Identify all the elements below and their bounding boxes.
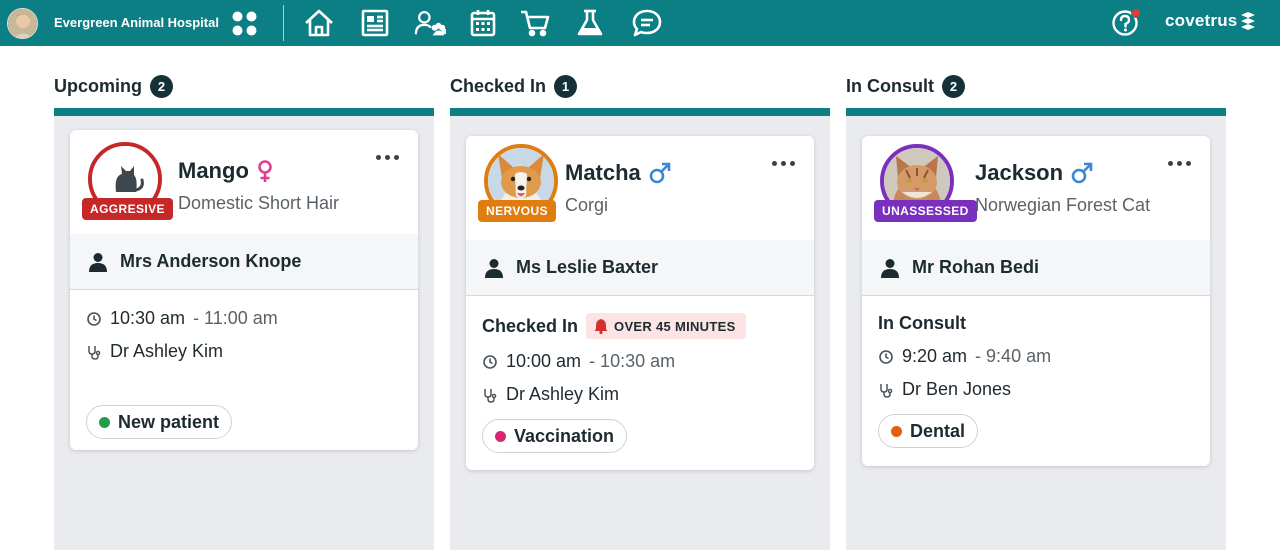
status-dot — [495, 430, 506, 442]
time-end: - 9:40 am — [975, 346, 1052, 366]
hospital-name[interactable]: Evergreen Animal Hospital — [54, 15, 219, 30]
clients-pets-icon[interactable] — [414, 8, 446, 38]
column-upcoming: AGGRESIVE Mango Domestic Short Hair Mrs … — [54, 108, 434, 550]
pet-name-text: Mango — [178, 158, 249, 183]
lab-flask-icon[interactable] — [574, 8, 606, 38]
temperament-badge: AGGRESIVE — [82, 198, 173, 220]
owner-name: Mr Rohan Bedi — [912, 257, 1040, 277]
status-line: Checked In OVER 45 MINUTES — [482, 313, 798, 339]
male-icon — [649, 162, 671, 184]
chat-icon[interactable] — [631, 8, 663, 38]
appointment-card-jackson[interactable]: UNASSESSED Jackson Norwegian Forest Cat … — [862, 136, 1210, 466]
top-navigation-bar: Evergreen Animal Hospital covetrus — [0, 0, 1280, 46]
column-checked-in: NERVOUS Matcha Corgi Ms Leslie Baxter Ch… — [450, 108, 830, 550]
person-icon — [881, 258, 899, 278]
person-icon — [485, 258, 503, 278]
pet-name-text: Matcha — [565, 160, 641, 185]
clock-icon — [87, 311, 101, 326]
appointment-time: 10:30 am - 11:00 am — [86, 308, 402, 329]
time-end: - 10:30 am — [589, 351, 676, 371]
person-icon — [89, 252, 107, 272]
card-more-menu-icon[interactable] — [1168, 158, 1192, 168]
time-start: 9:20 am — [902, 346, 968, 366]
nav-divider — [283, 5, 284, 41]
appointment-card-matcha[interactable]: NERVOUS Matcha Corgi Ms Leslie Baxter Ch… — [466, 136, 814, 470]
pet-breed: Norwegian Forest Cat — [975, 195, 1151, 215]
appointment-type-chip[interactable]: Dental — [878, 414, 979, 448]
time-end: - 11:00 am — [193, 308, 278, 328]
appointment-time: 9:20 am - 9:40 am — [878, 346, 1194, 367]
pet-breed: Corgi — [565, 195, 609, 215]
pet-breed: Domestic Short Hair — [178, 193, 340, 213]
column-title: In Consult — [846, 75, 934, 96]
temperament-badge: NERVOUS — [478, 200, 556, 222]
pet-name-text: Jackson — [975, 160, 1064, 185]
owner-row[interactable]: Mrs Anderson Knope — [70, 234, 418, 290]
status-line: In Consult — [878, 313, 1194, 334]
status-text: In Consult — [878, 313, 966, 333]
stethoscope-icon — [88, 345, 101, 360]
owner-row[interactable]: Ms Leslie Baxter — [466, 240, 814, 296]
covetrus-logo-mark-icon — [1241, 12, 1256, 30]
stethoscope-icon — [484, 388, 497, 403]
appointment-doctor: Dr Ashley Kim — [482, 384, 798, 405]
notification-dot — [1131, 8, 1141, 18]
column-title: Upcoming — [54, 75, 142, 96]
calendar-icon[interactable] — [467, 8, 499, 38]
clock-icon — [879, 349, 893, 364]
column-title: Checked In — [450, 75, 547, 96]
wait-time-alert: OVER 45 MINUTES — [586, 313, 746, 339]
pet-name[interactable]: Jackson — [975, 160, 1093, 186]
owner-name: Ms Leslie Baxter — [516, 257, 659, 277]
appointment-type-label: Vaccination — [514, 425, 615, 446]
pet-name[interactable]: Matcha — [565, 160, 671, 186]
doctor-name: Dr Ashley Kim — [506, 384, 620, 404]
appointment-type-chip[interactable]: Vaccination — [482, 419, 628, 453]
column-in-consult: UNASSESSED Jackson Norwegian Forest Cat … — [846, 108, 1226, 550]
column-count-badge: 2 — [942, 74, 965, 98]
cart-icon[interactable] — [519, 8, 551, 38]
appointment-doctor: Dr Ashley Kim — [86, 341, 402, 362]
appointment-card-mango[interactable]: AGGRESIVE Mango Domestic Short Hair Mrs … — [70, 130, 418, 450]
appointment-doctor: Dr Ben Jones — [878, 379, 1194, 400]
help-icon[interactable] — [1111, 8, 1141, 37]
doctor-name: Dr Ben Jones — [902, 379, 1012, 399]
status-dot — [99, 416, 110, 428]
covetrus-logo: covetrus — [1165, 11, 1256, 31]
appointment-time: 10:00 am - 10:30 am — [482, 351, 798, 372]
column-header-upcoming: Upcoming 2 — [54, 72, 173, 100]
female-icon — [258, 160, 272, 182]
appointment-type-label: Dental — [910, 420, 966, 441]
time-start: 10:30 am — [110, 308, 186, 328]
card-more-menu-icon[interactable] — [376, 152, 400, 162]
home-icon[interactable] — [303, 8, 335, 38]
clock-icon — [483, 354, 497, 369]
temperament-badge: UNASSESSED — [874, 200, 977, 222]
status-text: Checked In — [482, 315, 579, 336]
doctor-name: Dr Ashley Kim — [110, 341, 224, 361]
pet-name[interactable]: Mango — [178, 158, 273, 184]
card-more-menu-icon[interactable] — [772, 158, 796, 168]
appointment-type-label: New patient — [118, 411, 220, 432]
user-avatar[interactable] — [7, 8, 38, 39]
stethoscope-icon — [880, 383, 893, 398]
column-count-badge: 2 — [150, 74, 173, 98]
owner-row[interactable]: Mr Rohan Bedi — [862, 240, 1210, 296]
alert-text: OVER 45 MINUTES — [614, 318, 736, 334]
male-icon — [1071, 162, 1093, 184]
brand-name: covetrus — [1165, 11, 1238, 30]
apps-grid-icon[interactable] — [231, 10, 258, 37]
owner-name: Mrs Anderson Knope — [120, 251, 302, 271]
column-header-checked-in: Checked In 1 — [450, 72, 578, 100]
appointment-type-chip[interactable]: New patient — [86, 405, 233, 439]
column-header-in-consult: In Consult 2 — [846, 72, 965, 100]
status-dot — [891, 425, 902, 437]
column-count-badge: 1 — [554, 74, 578, 98]
time-start: 10:00 am — [506, 351, 582, 371]
bell-icon — [594, 319, 608, 334]
whiteboard-icon[interactable] — [359, 8, 391, 38]
